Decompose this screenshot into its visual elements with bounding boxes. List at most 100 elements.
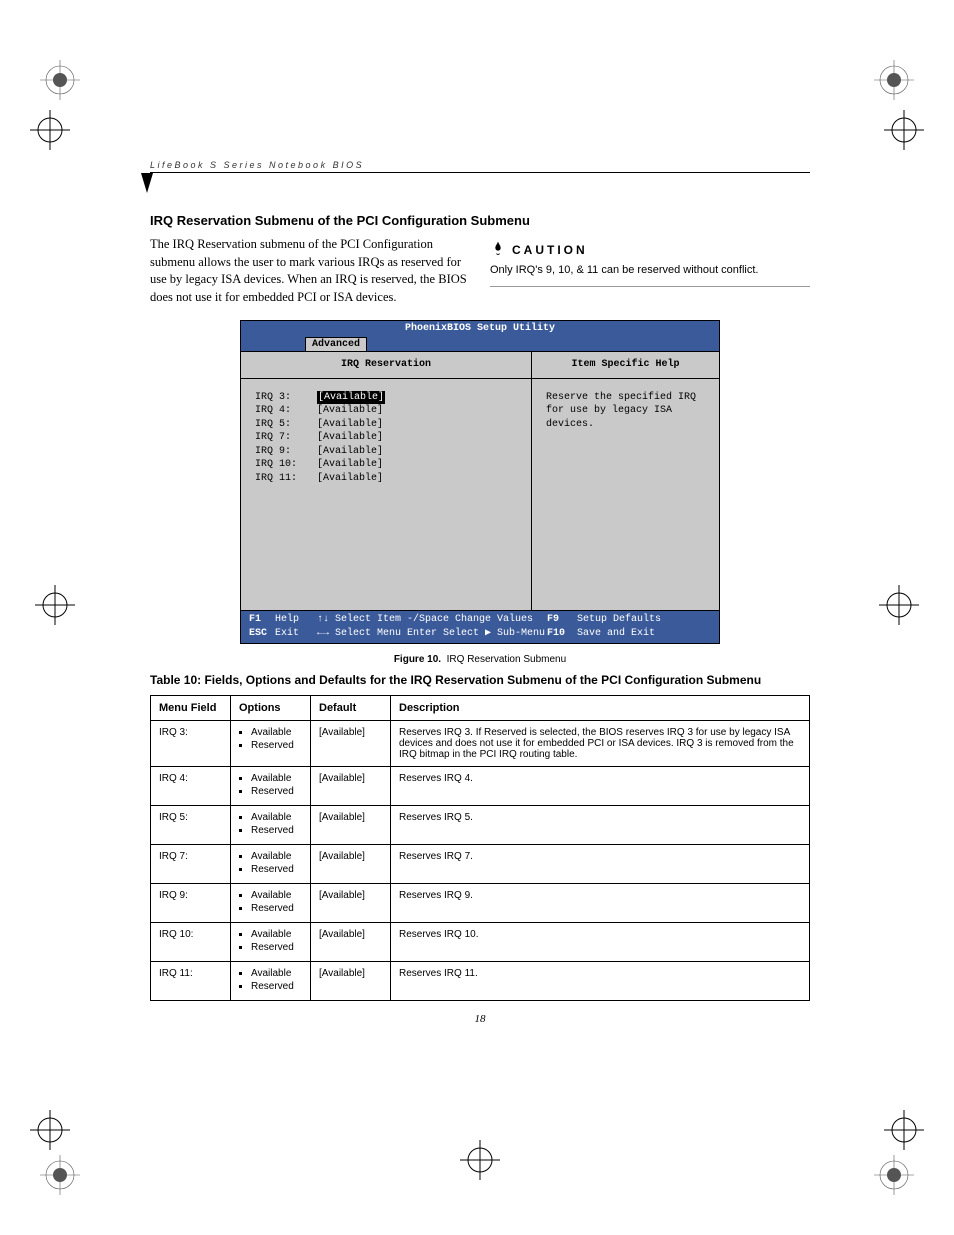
bios-tab-advanced[interactable]: Advanced	[305, 337, 367, 352]
caution-icon	[490, 240, 506, 261]
bios-label-exit: Exit	[275, 627, 317, 641]
cell-menu-field: IRQ 9:	[151, 884, 231, 923]
caution-label: CAUTION	[512, 242, 588, 259]
bios-irq-row[interactable]: IRQ 10:[Available]	[255, 458, 517, 472]
option-item: Reserved	[251, 786, 302, 797]
cell-description: Reserves IRQ 4.	[391, 767, 810, 806]
cell-description: Reserves IRQ 7.	[391, 845, 810, 884]
table-row: IRQ 7:AvailableReserved[Available]Reserv…	[151, 845, 810, 884]
crop-mark-icon	[874, 60, 914, 100]
crop-mark-icon	[884, 1110, 924, 1150]
bios-irq-label: IRQ 3:	[255, 391, 317, 405]
option-item: Reserved	[251, 864, 302, 875]
bios-irq-value[interactable]: [Available]	[317, 418, 383, 432]
page-tab-marker	[141, 173, 153, 193]
cell-description: Reserves IRQ 3. If Reserved is selected,…	[391, 721, 810, 767]
cell-options: AvailableReserved	[231, 767, 311, 806]
cell-options: AvailableReserved	[231, 721, 311, 767]
option-item: Reserved	[251, 942, 302, 953]
table-row: IRQ 11:AvailableReserved[Available]Reser…	[151, 962, 810, 1001]
bios-right-title: Item Specific Help	[532, 352, 719, 379]
crop-mark-icon	[40, 60, 80, 100]
bios-irq-value[interactable]: [Available]	[317, 458, 383, 472]
bios-irq-row[interactable]: IRQ 5:[Available]	[255, 418, 517, 432]
cell-menu-field: IRQ 10:	[151, 923, 231, 962]
bios-irq-value[interactable]: [Available]	[317, 472, 383, 486]
caution-box: CAUTION Only IRQ's 9, 10, & 11 can be re…	[490, 236, 810, 287]
section-heading: IRQ Reservation Submenu of the PCI Confi…	[150, 213, 810, 228]
cell-menu-field: IRQ 11:	[151, 962, 231, 1001]
cell-description: Reserves IRQ 11.	[391, 962, 810, 1001]
table-title: Table 10: Fields, Options and Defaults f…	[150, 673, 810, 687]
crop-mark-icon	[35, 585, 75, 625]
bios-irq-row[interactable]: IRQ 11:[Available]	[255, 472, 517, 486]
th-menu-field: Menu Field	[151, 696, 231, 721]
bios-left-title: IRQ Reservation	[241, 352, 531, 379]
table-row: IRQ 5:AvailableReserved[Available]Reserv…	[151, 806, 810, 845]
option-item: Available	[251, 851, 302, 862]
intro-paragraph: The IRQ Reservation submenu of the PCI C…	[150, 236, 470, 306]
cell-menu-field: IRQ 4:	[151, 767, 231, 806]
page-number: 18	[150, 1013, 810, 1025]
bios-key-f9[interactable]: F9	[547, 613, 577, 627]
cell-default: [Available]	[311, 962, 391, 1001]
crop-mark-icon	[40, 1155, 80, 1195]
bios-irq-label: IRQ 5:	[255, 418, 317, 432]
option-item: Available	[251, 968, 302, 979]
crop-mark-icon	[460, 1140, 500, 1180]
cell-description: Reserves IRQ 5.	[391, 806, 810, 845]
option-item: Available	[251, 929, 302, 940]
bios-irq-value[interactable]: [Available]	[317, 391, 385, 405]
bios-irq-value[interactable]: [Available]	[317, 404, 383, 418]
bios-key-f10[interactable]: F10	[547, 627, 577, 641]
table-row: IRQ 4:AvailableReserved[Available]Reserv…	[151, 767, 810, 806]
option-item: Reserved	[251, 903, 302, 914]
th-default: Default	[311, 696, 391, 721]
bios-irq-label: IRQ 4:	[255, 404, 317, 418]
cell-default: [Available]	[311, 767, 391, 806]
bios-help-text: Reserve the specified IRQ for use by leg…	[532, 379, 719, 611]
bios-label-select-menu: ←→ Select Menu	[317, 627, 407, 641]
crop-mark-icon	[879, 585, 919, 625]
bios-irq-label: IRQ 7:	[255, 431, 317, 445]
caution-text: Only IRQ's 9, 10, & 11 can be reserved w…	[490, 263, 810, 278]
th-description: Description	[391, 696, 810, 721]
option-item: Available	[251, 812, 302, 823]
bios-irq-label: IRQ 10:	[255, 458, 317, 472]
cell-options: Available Reserved	[231, 884, 311, 923]
cell-default: [Available]	[311, 721, 391, 767]
bios-label-enter-submenu: Enter Select ▶ Sub-Menu	[407, 627, 547, 641]
bios-irq-row[interactable]: IRQ 3:[Available]	[255, 391, 517, 405]
cell-options: Available Reserved	[231, 806, 311, 845]
bios-irq-row[interactable]: IRQ 9:[Available]	[255, 445, 517, 459]
cell-options: AvailableReserved	[231, 962, 311, 1001]
bios-irq-row[interactable]: IRQ 4:[Available]	[255, 404, 517, 418]
bios-label-select-item: ↑↓ Select Item	[317, 613, 407, 627]
bios-irq-value[interactable]: [Available]	[317, 445, 383, 459]
bios-screenshot: PhoenixBIOS Setup Utility Advanced IRQ R…	[240, 320, 720, 644]
fields-table: Menu Field Options Default Description I…	[150, 695, 810, 1001]
th-options: Options	[231, 696, 311, 721]
option-item: Reserved	[251, 825, 302, 836]
bios-irq-row[interactable]: IRQ 7:[Available]	[255, 431, 517, 445]
cell-menu-field: IRQ 7:	[151, 845, 231, 884]
bios-key-f1[interactable]: F1	[249, 613, 275, 627]
bios-footer: F1 Help ↑↓ Select Item -/Space Change Va…	[241, 611, 719, 643]
cell-menu-field: IRQ 5:	[151, 806, 231, 845]
table-row: IRQ 10: Available Reserved [Available]Reser…	[151, 923, 810, 962]
running-header: LifeBook S Series Notebook BIOS	[150, 160, 810, 173]
cell-menu-field: IRQ 3:	[151, 721, 231, 767]
bios-irq-label: IRQ 9:	[255, 445, 317, 459]
bios-key-esc[interactable]: ESC	[249, 627, 275, 641]
cell-description: Reserves IRQ 9.	[391, 884, 810, 923]
cell-description: Reserves IRQ 10.	[391, 923, 810, 962]
bios-label-setup-defaults: Setup Defaults	[577, 613, 661, 627]
bios-irq-value[interactable]: [Available]	[317, 431, 383, 445]
table-row: IRQ 9:AvailableReserved[Available]Reserv…	[151, 884, 810, 923]
bios-title: PhoenixBIOS Setup Utility	[241, 321, 719, 337]
cell-default: [Available]	[311, 923, 391, 962]
bios-label-save-exit: Save and Exit	[577, 627, 655, 641]
figure-caption: Figure 10. IRQ Reservation Submenu	[150, 654, 810, 665]
option-item: Available	[251, 890, 302, 901]
cell-options: Available Reserved	[231, 923, 311, 962]
